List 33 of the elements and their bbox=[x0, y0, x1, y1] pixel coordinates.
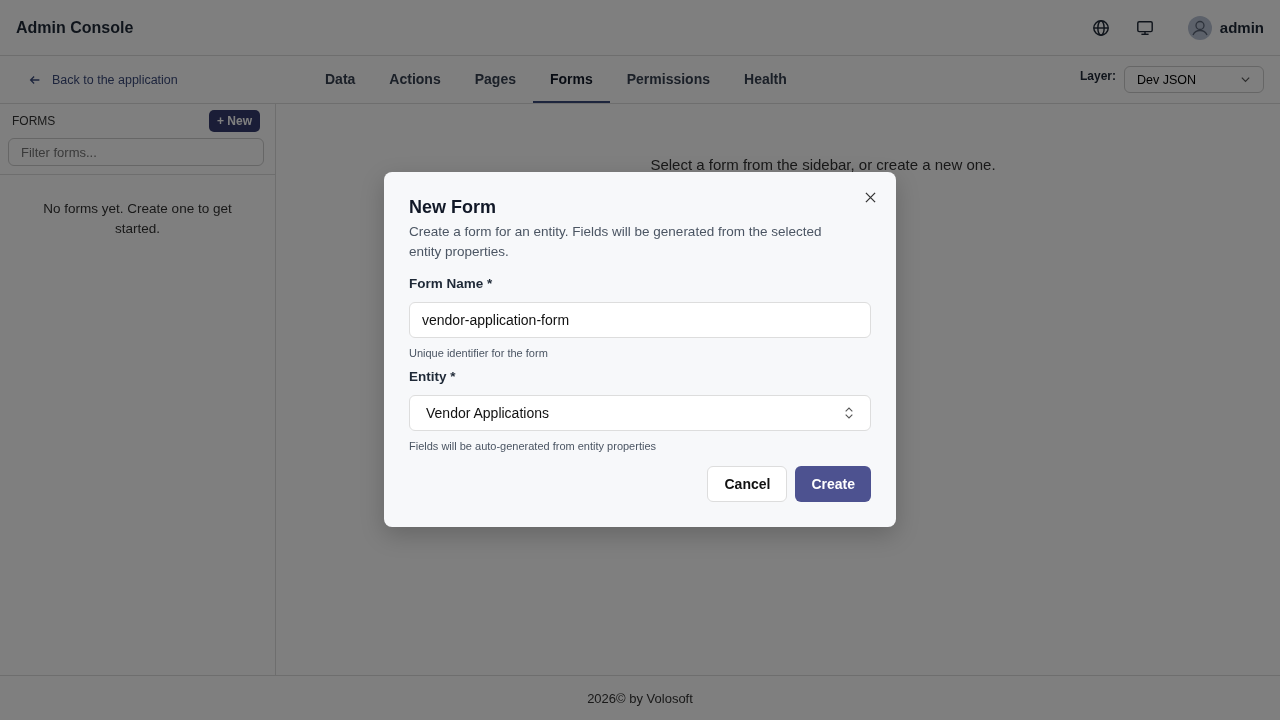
layer-select[interactable]: Dev JSON bbox=[1124, 66, 1264, 93]
nav-tab[interactable]: Permissions bbox=[609, 56, 727, 103]
monitor-icon[interactable] bbox=[1135, 18, 1154, 37]
footer-text: 2026© by Volosoft bbox=[587, 690, 693, 706]
nav-tab[interactable]: Forms bbox=[532, 56, 610, 103]
nav-tab[interactable]: Pages bbox=[457, 56, 533, 103]
field-label: Entity * bbox=[409, 369, 457, 384]
cancel-button[interactable]: Cancel bbox=[707, 466, 788, 502]
help-text: Unique identifier for the form bbox=[409, 347, 549, 359]
user-name[interactable]: admin bbox=[1219, 19, 1264, 36]
create-button[interactable]: Create bbox=[795, 466, 871, 502]
dialog-description: Create a form for an entity. Fields will be generated from the selected entity properties. bbox=[409, 223, 823, 261]
close-icon[interactable] bbox=[865, 192, 876, 203]
nav-tab[interactable]: Data bbox=[308, 56, 373, 103]
globe-icon[interactable] bbox=[1091, 18, 1110, 37]
nav-tab[interactable]: Actions bbox=[372, 56, 458, 103]
help-text: Fields will be auto-generated from entity properties bbox=[409, 440, 657, 452]
up-down-chevron-icon bbox=[844, 406, 854, 420]
select-field[interactable]: Vendor Applications bbox=[409, 395, 871, 431]
layer-label: Layer: bbox=[1079, 68, 1116, 83]
nav-tab[interactable]: Health bbox=[727, 56, 804, 103]
app-title: Admin Console bbox=[16, 18, 134, 37]
filter-field[interactable]: Filter forms... bbox=[8, 138, 264, 166]
field-label: Form Name * bbox=[409, 276, 494, 291]
avatar-icon[interactable] bbox=[1187, 15, 1212, 40]
sidebar-heading: FORMS bbox=[12, 114, 56, 128]
chevron-down-icon bbox=[1240, 74, 1251, 85]
empty-hint: Select a form from the sidebar, or create a new one. bbox=[650, 156, 996, 175]
back-link[interactable]: Back to the application bbox=[28, 56, 308, 103]
input-field[interactable]: vendor-application-form bbox=[409, 302, 871, 338]
new-button[interactable]: + New bbox=[209, 110, 260, 132]
empty-message: No forms yet. Create one to get started. bbox=[43, 201, 232, 236]
dialog-title: New Form bbox=[409, 197, 497, 218]
